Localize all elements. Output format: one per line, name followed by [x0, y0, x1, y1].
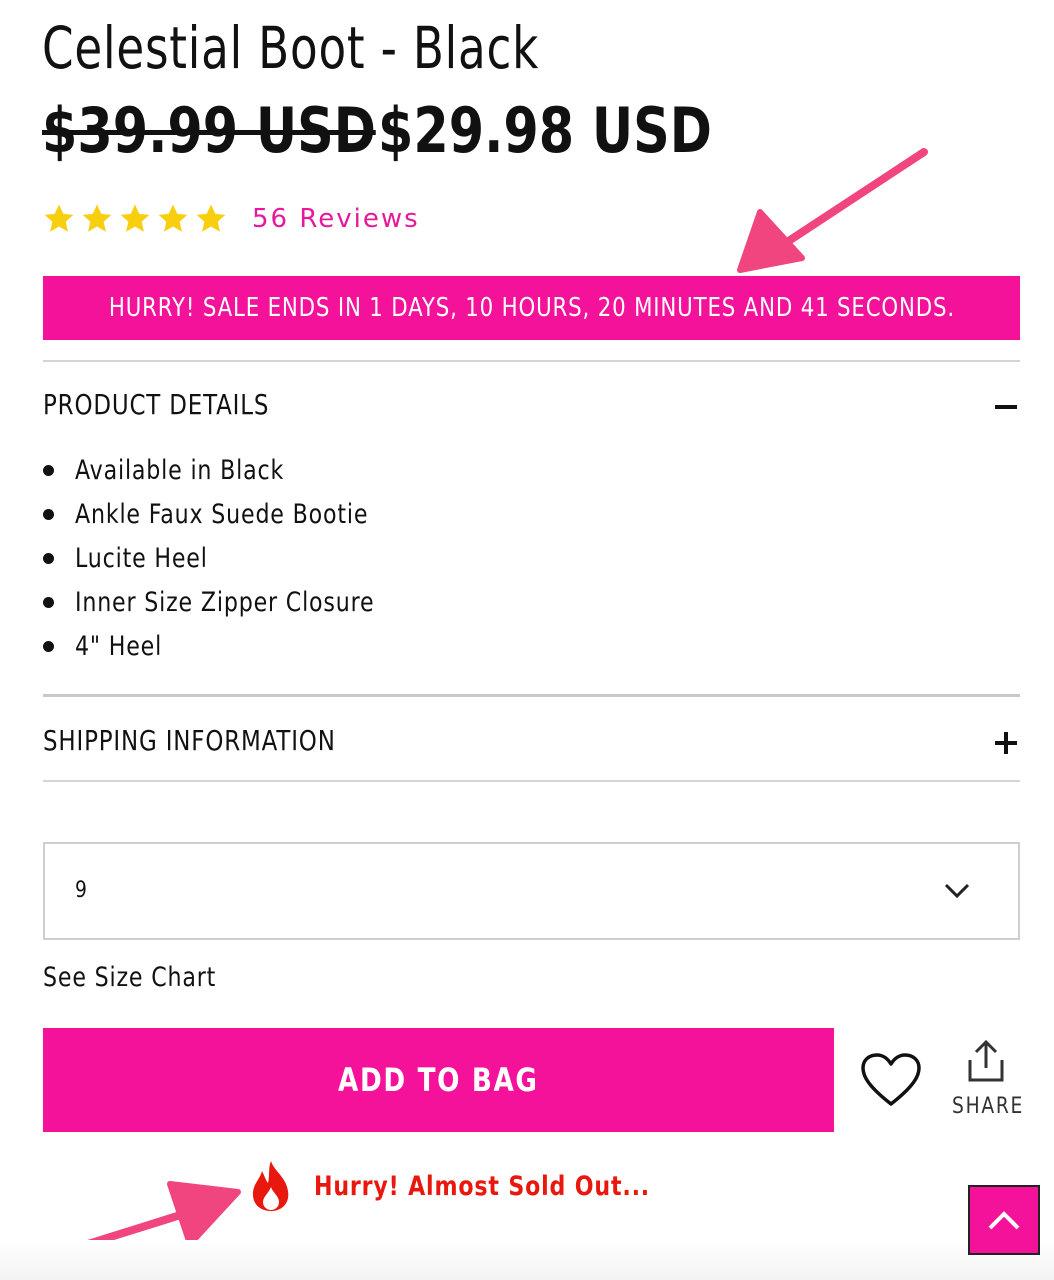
shipping-information-heading: SHIPPING INFORMATION	[43, 724, 336, 757]
shipping-information-toggle[interactable]: SHIPPING INFORMATION	[43, 724, 1020, 764]
sale-price: $29.98 USD	[378, 94, 712, 167]
selected-size-value: 9	[75, 878, 87, 903]
divider	[43, 360, 1020, 362]
bullet-icon	[43, 553, 54, 564]
list-item: Available in Black	[43, 448, 440, 492]
star-icon	[120, 204, 150, 232]
add-to-bag-label: ADD TO BAG	[338, 1061, 539, 1099]
list-item: Ankle Faux Suede Bootie	[43, 492, 440, 536]
original-price: $39.99 USD	[42, 94, 376, 167]
divider	[43, 694, 1020, 697]
almost-sold-out-text: Hurry! Almost Sold Out...	[314, 1170, 651, 1202]
star-rating[interactable]	[42, 202, 228, 236]
size-chart-link[interactable]: See Size Chart	[43, 962, 216, 993]
plus-icon[interactable]	[994, 730, 1020, 756]
rating-row: 56 Reviews	[42, 198, 420, 240]
size-select[interactable]: 9	[43, 842, 1020, 940]
sale-countdown-text: HURRY! SALE ENDS IN 1 DAYS, 10 HOURS, 20…	[108, 293, 955, 323]
list-item: 4" Heel	[43, 624, 440, 668]
share-label: SHARE	[952, 1094, 1025, 1119]
bullet-icon	[43, 509, 54, 520]
star-icon	[158, 204, 188, 232]
product-details-list: Available in Black Ankle Faux Suede Boot…	[43, 448, 440, 668]
fire-icon	[252, 1161, 289, 1211]
strikethrough-line	[42, 130, 376, 135]
page-bottom-fade	[0, 1240, 1054, 1280]
star-icon	[196, 204, 226, 232]
reviews-link[interactable]: 56 Reviews	[252, 204, 420, 234]
product-details-toggle[interactable]: PRODUCT DETAILS	[43, 388, 1020, 428]
bullet-icon	[43, 597, 54, 608]
sale-countdown-banner: HURRY! SALE ENDS IN 1 DAYS, 10 HOURS, 20…	[43, 276, 1020, 340]
bullet-icon	[43, 641, 54, 652]
list-item: Lucite Heel	[43, 536, 440, 580]
back-to-top-button[interactable]	[968, 1185, 1040, 1255]
product-title: Celestial Boot - Black	[42, 14, 540, 82]
share-button[interactable]: SHARE	[946, 1040, 1026, 1122]
chevron-up-icon	[988, 1211, 1020, 1230]
share-icon	[968, 1040, 1004, 1082]
star-icon	[82, 204, 112, 232]
almost-sold-out-notice: Hurry! Almost Sold Out...	[246, 1158, 724, 1214]
bullet-icon	[43, 465, 54, 476]
chevron-down-icon	[944, 883, 970, 899]
add-to-bag-button[interactable]: ADD TO BAG	[43, 1028, 834, 1132]
divider	[43, 780, 1020, 782]
product-details-heading: PRODUCT DETAILS	[43, 388, 270, 421]
annotation-arrow-icon	[737, 148, 928, 273]
list-item: Inner Size Zipper Closure	[43, 580, 440, 624]
minus-icon[interactable]	[994, 394, 1020, 420]
star-icon	[44, 204, 74, 232]
heart-icon[interactable]	[860, 1052, 922, 1108]
